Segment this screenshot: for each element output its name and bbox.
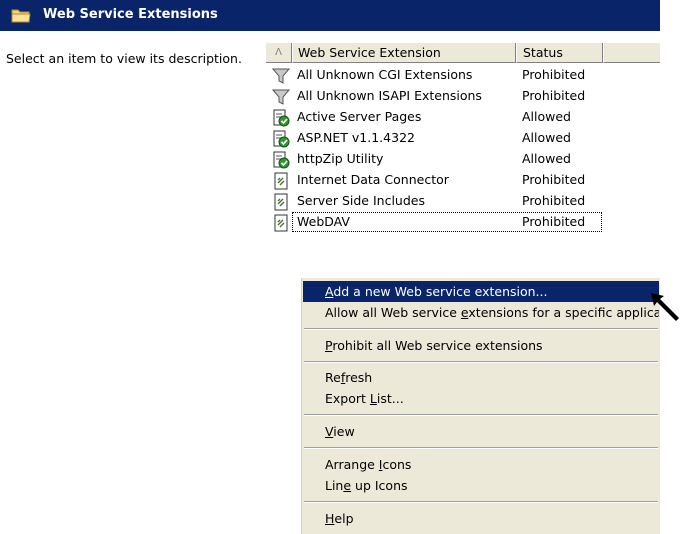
list-item[interactable]: Server Side Includes Prohibited [266, 191, 660, 212]
list-item[interactable]: httpZip Utility Allowed [266, 149, 660, 170]
folder-icon [11, 9, 31, 23]
list-item-selected[interactable]: WebDAV Prohibited [266, 212, 660, 233]
menu-separator [304, 447, 658, 449]
extension-status: Prohibited [522, 172, 586, 187]
menu-item-refresh[interactable]: Refresh [303, 367, 659, 388]
extension-status: Allowed [522, 130, 571, 145]
menu-item-help[interactable]: Help [303, 508, 659, 529]
extension-name: ASP.NET v1.1.4322 [297, 130, 415, 145]
menu-separator [304, 501, 658, 503]
menu-separator [304, 328, 658, 330]
allowed-extension-icon [273, 151, 290, 169]
menu-item-add-extension[interactable]: Add a new Web service extension... [303, 281, 659, 302]
extension-icon [274, 214, 288, 232]
extension-icon [274, 193, 288, 211]
description-text: Select an item to view its description. [6, 51, 242, 66]
extension-name: httpZip Utility [297, 151, 384, 166]
menu-item-allow-all-for-app[interactable]: Allow all Web service extensions for a s… [303, 302, 659, 323]
page-title: Web Service Extensions [43, 7, 218, 22]
menu-separator [304, 361, 658, 363]
allowed-extension-icon [273, 109, 290, 127]
extension-name: All Unknown ISAPI Extensions [297, 88, 482, 103]
menu-item-export-list[interactable]: Export List... [303, 388, 659, 409]
title-bar: Web Service Extensions [0, 0, 660, 31]
filter-icon [272, 68, 290, 84]
extension-status: Prohibited [522, 67, 586, 82]
extension-name: Internet Data Connector [297, 172, 449, 187]
menu-item-view[interactable]: View [303, 421, 659, 442]
column-header-empty [603, 43, 660, 63]
pointer-arrow-icon [651, 293, 679, 321]
sort-indicator-icon[interactable]: Λ [266, 43, 292, 63]
context-menu: Add a new Web service extension... Allow… [300, 277, 660, 534]
list-item[interactable]: Internet Data Connector Prohibited [266, 170, 660, 191]
extension-name: Server Side Includes [297, 193, 425, 208]
filter-icon [272, 89, 290, 105]
allowed-extension-icon [273, 130, 290, 148]
extension-status: Allowed [522, 151, 571, 166]
column-header-extension[interactable]: Web Service Extension [292, 43, 516, 63]
extensions-list[interactable]: Λ Web Service Extension Status All Unkno… [266, 43, 660, 243]
extension-status: Prohibited [522, 214, 586, 229]
column-header-status[interactable]: Status [516, 43, 603, 63]
menu-item-line-up-icons[interactable]: Line up Icons [303, 475, 659, 496]
extension-name: Active Server Pages [297, 109, 422, 124]
extension-status: Prohibited [522, 193, 586, 208]
extension-status: Prohibited [522, 88, 586, 103]
extension-name: All Unknown CGI Extensions [297, 67, 473, 82]
menu-separator [304, 414, 658, 416]
extension-icon [274, 172, 288, 190]
list-item[interactable]: All Unknown ISAPI Extensions Prohibited [266, 86, 660, 107]
menu-item-prohibit-all[interactable]: Prohibit all Web service extensions [303, 335, 659, 356]
extension-status: Allowed [522, 109, 571, 124]
list-item[interactable]: Active Server Pages Allowed [266, 107, 660, 128]
list-item[interactable]: All Unknown CGI Extensions Prohibited [266, 65, 660, 86]
extension-name: WebDAV [297, 214, 350, 229]
menu-item-arrange-icons[interactable]: Arrange Icons [303, 454, 659, 475]
list-item[interactable]: ASP.NET v1.1.4322 Allowed [266, 128, 660, 149]
